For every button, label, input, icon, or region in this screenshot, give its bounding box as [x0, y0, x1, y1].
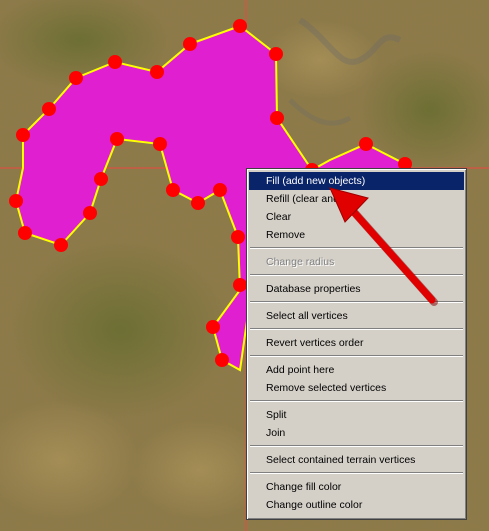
vertex[interactable] [150, 65, 164, 79]
menu-item-revert-vertices-order[interactable]: Revert vertices order [249, 334, 464, 352]
menu-item-add-point-here[interactable]: Add point here [249, 361, 464, 379]
vertex[interactable] [54, 238, 68, 252]
vertex[interactable] [233, 278, 247, 292]
vertex[interactable] [108, 55, 122, 69]
menu-item-fill[interactable]: Fill (add new objects) [249, 172, 464, 190]
vertex[interactable] [110, 132, 124, 146]
vertex[interactable] [270, 111, 284, 125]
menu-item-change-radius: Change radius [266, 256, 335, 268]
menu-separator [249, 325, 464, 334]
menu-item-join[interactable]: Join [249, 424, 464, 442]
menu-separator [249, 469, 464, 478]
vertex[interactable] [166, 183, 180, 197]
menu-item-refill[interactable]: Refill (clear and fill) [249, 190, 464, 208]
vertex[interactable] [233, 19, 247, 33]
vertex[interactable] [42, 102, 56, 116]
vertex[interactable] [94, 172, 108, 186]
menu-separator [249, 244, 464, 253]
menu-separator [249, 352, 464, 361]
vertex[interactable] [9, 194, 23, 208]
menu-item-remove[interactable]: Remove [249, 226, 464, 244]
vertex[interactable] [69, 71, 83, 85]
menu-item-remove-selected-vertices[interactable]: Remove selected vertices [249, 379, 464, 397]
menu-item-change-outline-color[interactable]: Change outline color [249, 496, 464, 514]
vertex[interactable] [191, 196, 205, 210]
vertex[interactable] [183, 37, 197, 51]
vertex[interactable] [18, 226, 32, 240]
vertex[interactable] [153, 137, 167, 151]
vertex[interactable] [359, 137, 373, 151]
menu-item-select-all-vertices[interactable]: Select all vertices [249, 307, 464, 325]
menu-item-select-contained-terrain-vertices[interactable]: Select contained terrain vertices [249, 451, 464, 469]
vertex[interactable] [215, 353, 229, 367]
menu-separator [249, 298, 464, 307]
menu-separator [249, 397, 464, 406]
menu-item-clear[interactable]: Clear [249, 208, 464, 226]
menu-item-split[interactable]: Split [249, 406, 464, 424]
context-menu: Fill (add new objects) Refill (clear and… [246, 168, 467, 520]
menu-item-database-properties[interactable]: Database properties [249, 280, 464, 298]
vertex[interactable] [83, 206, 97, 220]
vertex[interactable] [206, 320, 220, 334]
vertex[interactable] [269, 47, 283, 61]
menu-item-change-fill-color[interactable]: Change fill color [249, 478, 464, 496]
vertex[interactable] [16, 128, 30, 142]
menu-separator [249, 442, 464, 451]
menu-separator [249, 271, 464, 280]
vertex[interactable] [213, 183, 227, 197]
vertex[interactable] [231, 230, 245, 244]
